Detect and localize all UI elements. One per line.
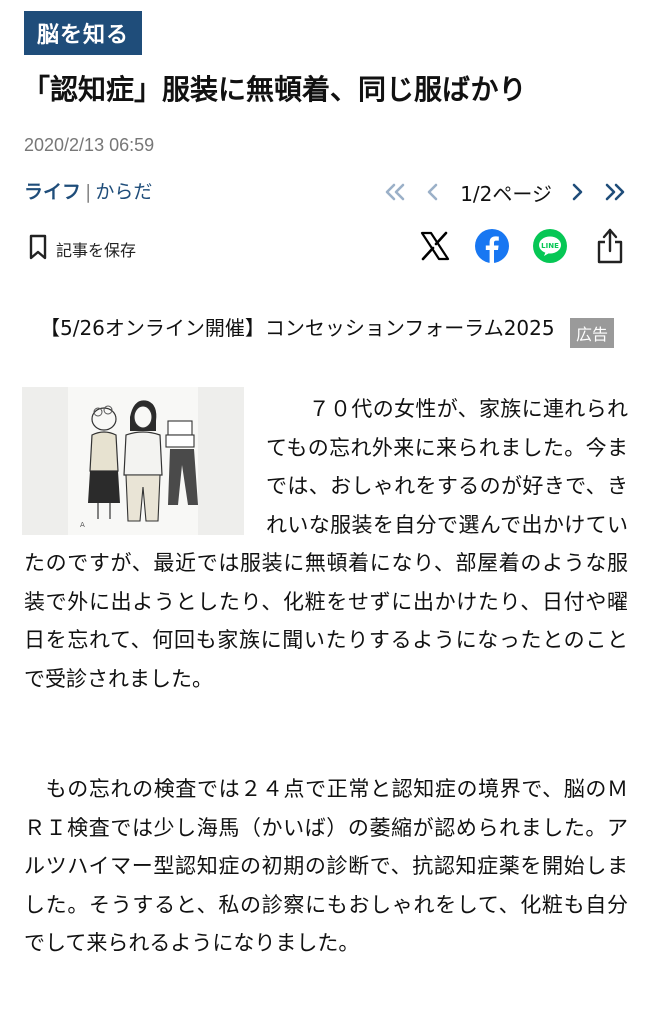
system-share-button[interactable] [590,226,630,270]
save-article-button[interactable]: 記事を保存 [28,234,136,264]
x-share-button[interactable] [416,228,454,268]
double-chevron-left-icon[interactable] [382,176,408,208]
breadcrumb: ライフ | からだ [24,178,152,206]
svg-text:LINE: LINE [541,242,559,250]
ad-badge: 広告 [570,318,614,348]
line-share-button[interactable]: LINE [530,228,570,268]
promo-link[interactable]: 【5/26オンライン開催】コンセッションフォーラム2025 [40,312,568,344]
share-icon [595,227,625,269]
x-logo-icon [419,230,451,266]
category-link-body[interactable]: からだ [95,181,152,203]
article-paragraph-2: もの忘れの検査では２４点で正常と認知症の境界で、脳のＭＲＩ検査では少し海馬（かい… [24,777,628,955]
chevron-left-icon[interactable] [420,176,446,208]
facebook-icon [474,228,510,268]
category-link-life[interactable]: ライフ [24,181,81,203]
facebook-share-button[interactable] [472,228,512,268]
line-icon: LINE [532,228,568,268]
save-label: 記事を保存 [56,241,137,260]
chevron-right-icon[interactable] [566,176,588,208]
page-indicator: 1/2ページ [460,181,552,206]
article-body: ７０代の女性が、家族に連れられてもの忘れ外来に来られました。今までは、おしゃれを… [24,390,628,698]
category-separator: | [85,181,92,203]
bookmark-icon [28,234,48,264]
section-tag[interactable]: 脳を知る [24,11,142,55]
publish-date: 2020/2/13 06:59 [24,135,155,155]
pagination: 1/2ページ [382,176,628,208]
double-chevron-right-icon[interactable] [602,176,628,208]
article-title: 「認知症」服装に無頓着、同じ服ばかり [22,73,527,106]
